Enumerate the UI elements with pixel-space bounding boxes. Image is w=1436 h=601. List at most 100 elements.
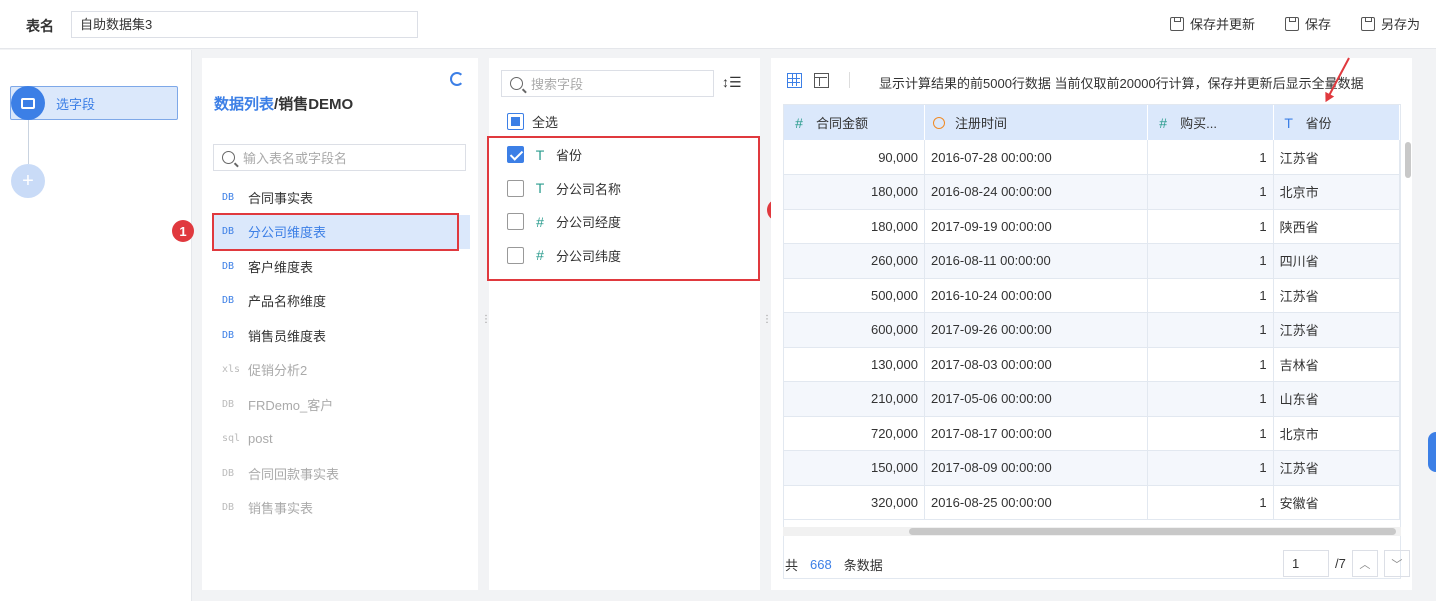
table-item[interactable]: DB 合同事实表 <box>212 180 470 215</box>
save-icon <box>1284 16 1299 31</box>
top-actions: 保存并更新 保存 另存为 <box>1169 14 1420 33</box>
table-item-label: 销售事实表 <box>248 501 314 517</box>
record-count-value: 668 <box>810 557 832 572</box>
table-row[interactable]: 500,000 2016-10-24 00:00:00 1 江苏省 <box>784 278 1400 313</box>
database-name: 销售DEMO <box>278 96 354 113</box>
table-cell: 2016-08-11 00:00:00 <box>924 243 1149 279</box>
table-cell: 1 <box>1147 278 1274 313</box>
search-icon <box>510 77 523 90</box>
db-icon: DB <box>222 398 235 410</box>
save-as-button[interactable]: 另存为 <box>1360 14 1420 33</box>
table-item-disabled: DB FRDemo_客户 <box>212 387 470 422</box>
column-header[interactable]: 注册时间 <box>924 105 1149 140</box>
annotation-box-1 <box>212 213 459 251</box>
step-connector <box>28 120 29 164</box>
table-cell: 90,000 <box>784 140 925 175</box>
select-all-box[interactable] <box>507 113 524 130</box>
table-cell: 150,000 <box>784 450 925 486</box>
table-row[interactable]: 260,000 2016-08-11 00:00:00 1 四川省 <box>784 243 1400 279</box>
table-row[interactable]: 180,000 2016-08-24 00:00:00 1 北京市 <box>784 174 1400 210</box>
column-header[interactable]: T 省份 <box>1273 105 1400 140</box>
select-all-label: 全选 <box>532 115 559 130</box>
save-and-update-label: 保存并更新 <box>1189 17 1255 32</box>
table-row[interactable]: 210,000 2017-05-06 00:00:00 1 山东省 <box>784 381 1400 417</box>
column-header-label: 合同金额 <box>816 116 869 131</box>
table-row[interactable]: 180,000 2017-09-19 00:00:00 1 陕西省 <box>784 209 1400 244</box>
page-input[interactable]: 1 <box>1283 550 1329 577</box>
horizontal-scrollbar[interactable] <box>909 528 1396 535</box>
table-cell: 180,000 <box>784 209 925 244</box>
field-search-placeholder: 搜索字段 <box>531 77 584 92</box>
chevron-down-icon: ﹀ <box>1391 558 1403 571</box>
table-search-placeholder: 输入表名或字段名 <box>243 151 348 166</box>
table-name-input[interactable]: 自助数据集3 <box>71 11 418 38</box>
vertical-scrollbar[interactable] <box>1405 142 1411 178</box>
table-cell: 四川省 <box>1273 243 1400 279</box>
record-count-prefix: 共 <box>785 558 799 573</box>
table-row[interactable]: 90,000 2016-07-28 00:00:00 1 江苏省 <box>784 140 1400 175</box>
table-row[interactable]: 150,000 2017-08-09 00:00:00 1 江苏省 <box>784 450 1400 486</box>
table-row[interactable]: 600,000 2017-09-26 00:00:00 1 江苏省 <box>784 312 1400 348</box>
record-count: 共 668 条数据 <box>785 555 883 574</box>
table-cell: 2017-08-03 00:00:00 <box>924 347 1149 382</box>
column-header[interactable]: # 购买... <box>1147 105 1274 140</box>
add-step-button[interactable]: + <box>11 164 45 198</box>
save-as-label: 另存为 <box>1380 17 1420 32</box>
refresh-icon[interactable] <box>450 72 464 86</box>
db-icon: DB <box>222 191 235 203</box>
table-item[interactable]: DB 客户维度表 <box>212 249 470 284</box>
chevron-up-icon: ︿ <box>1359 558 1371 571</box>
text-type-icon: T <box>1284 115 1293 131</box>
table-cell: 180,000 <box>784 174 925 210</box>
table-item-label: 客户维度表 <box>248 259 314 275</box>
pagination: 1 /7 ︿ ﹀ <box>1283 550 1410 577</box>
save-button[interactable]: 保存 <box>1284 14 1331 33</box>
table-cell: 2017-09-26 00:00:00 <box>924 312 1149 348</box>
side-panel-toggle[interactable] <box>1428 432 1436 472</box>
preview-toolbar <box>787 72 858 88</box>
layout-view-icon[interactable] <box>814 72 829 88</box>
table-cell: 1 <box>1147 140 1274 175</box>
table-cell: 2017-09-19 00:00:00 <box>924 209 1149 244</box>
table-cell: 2016-07-28 00:00:00 <box>924 140 1149 175</box>
table-item[interactable]: DB 销售员维度表 <box>212 318 470 353</box>
table-cell: 江苏省 <box>1273 450 1400 486</box>
table-cell: 1 <box>1147 347 1274 382</box>
table-cell: 130,000 <box>784 347 925 382</box>
grid-view-icon[interactable] <box>787 72 802 88</box>
annotation-badge-1: 1 <box>172 220 194 242</box>
table-cell: 吉林省 <box>1273 347 1400 382</box>
table-item[interactable]: DB 产品名称维度 <box>212 284 470 319</box>
column-header[interactable]: # 合同金额 <box>784 105 925 140</box>
field-search-input[interactable]: 搜索字段 <box>501 70 714 97</box>
sql-icon: sql <box>222 433 241 445</box>
toolbar-divider <box>849 72 850 88</box>
table-cell: 500,000 <box>784 278 925 313</box>
table-row[interactable]: 130,000 2017-08-03 00:00:00 1 吉林省 <box>784 347 1400 382</box>
table-item-label: 促销分析2 <box>248 363 308 379</box>
table-cell: 北京市 <box>1273 174 1400 210</box>
table-item-label: 合同事实表 <box>248 190 314 206</box>
next-page-button[interactable]: ﹀ <box>1383 550 1410 577</box>
prev-page-button[interactable]: ︿ <box>1351 550 1378 577</box>
db-icon: DB <box>222 502 235 514</box>
table-cell: 陕西省 <box>1273 209 1400 244</box>
table-item-label: 合同回款事实表 <box>248 466 340 482</box>
table-cell: 江苏省 <box>1273 140 1400 175</box>
table-search-input[interactable]: 输入表名或字段名 <box>213 144 466 171</box>
select-all-checkbox[interactable]: 全选 <box>507 112 558 131</box>
splitter-handle[interactable]: ⋮ <box>762 315 772 330</box>
sort-icon[interactable]: ↕☰ <box>722 74 742 91</box>
table-row[interactable]: 320,000 2016-08-25 00:00:00 1 安徽省 <box>784 485 1400 520</box>
table-row[interactable]: 720,000 2017-08-17 00:00:00 1 北京市 <box>784 416 1400 451</box>
data-list-link[interactable]: 数据列表 <box>214 96 274 113</box>
splitter-handle[interactable]: ⋮ <box>481 315 491 330</box>
column-header-label: 注册时间 <box>954 116 1007 131</box>
preview-hint: 显示计算结果的前5000行数据 当前仅取前20000行计算，保存并更新后显示全量… <box>879 76 1364 91</box>
table-cell: 1 <box>1147 243 1274 279</box>
table-item-disabled: sql post <box>212 422 470 457</box>
save-and-update-button[interactable]: 保存并更新 <box>1169 14 1255 33</box>
table-cell: 600,000 <box>784 312 925 348</box>
step-select-fields-label: 选字段 <box>56 97 96 112</box>
table-cell: 1 <box>1147 416 1274 451</box>
